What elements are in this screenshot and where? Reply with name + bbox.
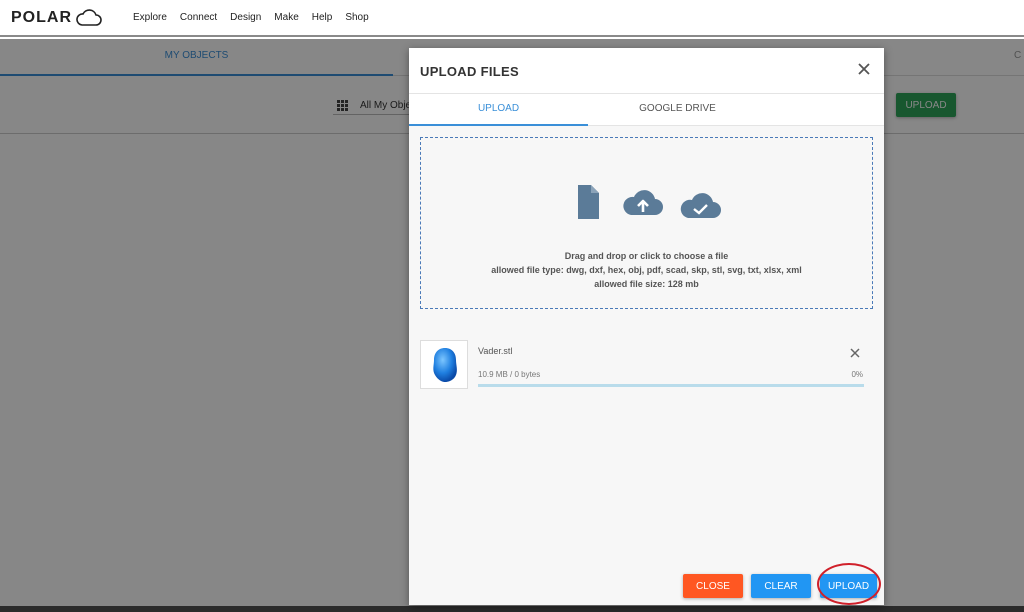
main-nav: Explore Connect Design Make Help Shop [133, 12, 382, 23]
file-name: Vader.stl [478, 346, 513, 356]
dropzone-instructions: Drag and drop or click to choose a file … [421, 249, 872, 291]
nav-item-help[interactable]: Help [312, 12, 333, 23]
file-thumbnail [420, 340, 468, 389]
bottom-strip [0, 606, 1024, 612]
tab-google-drive[interactable]: GOOGLE DRIVE [588, 94, 767, 126]
dialog-title: UPLOAD FILES [420, 64, 519, 79]
dropzone-line-1: Drag and drop or click to choose a file [564, 251, 729, 261]
nav-item-explore[interactable]: Explore [133, 12, 167, 23]
nav-item-shop[interactable]: Shop [345, 12, 368, 23]
dropzone-icons [578, 185, 721, 219]
close-icon[interactable] [856, 61, 872, 77]
logo[interactable]: POLAR [11, 9, 102, 27]
upload-percent: 0% [851, 370, 863, 379]
upload-progress-bar [478, 384, 864, 387]
file-dropzone[interactable]: Drag and drop or click to choose a file … [420, 137, 873, 309]
clear-button[interactable]: CLEAR [751, 574, 811, 598]
nav-item-connect[interactable]: Connect [180, 12, 217, 23]
logo-text: POLAR [11, 8, 72, 26]
cloud-logo-icon [76, 8, 102, 26]
dropzone-line-3: allowed file size: 128 mb [594, 279, 699, 289]
file-icon [578, 185, 599, 219]
file-thumbnail-icon [433, 348, 457, 382]
top-navbar: POLAR Explore Connect Design Make Help S… [0, 0, 1024, 37]
dialog-header: UPLOAD FILES [409, 48, 884, 94]
upload-files-dialog: UPLOAD FILES UPLOAD GOOGLE DRIVE Drag an… [409, 48, 884, 605]
dialog-tabs: UPLOAD GOOGLE DRIVE [409, 94, 884, 126]
close-button[interactable]: CLOSE [683, 574, 743, 598]
nav-item-make[interactable]: Make [274, 12, 298, 23]
tab-upload[interactable]: UPLOAD [409, 94, 588, 126]
red-annotation-circle [817, 563, 881, 605]
nav-item-design[interactable]: Design [230, 12, 261, 23]
cloud-check-icon [680, 193, 721, 218]
dropzone-line-2: allowed file type: dwg, dxf, hex, obj, p… [491, 265, 802, 275]
file-size: 10.9 MB / 0 bytes [478, 370, 541, 379]
remove-file-icon[interactable] [849, 347, 861, 359]
cloud-upload-icon [623, 190, 663, 215]
